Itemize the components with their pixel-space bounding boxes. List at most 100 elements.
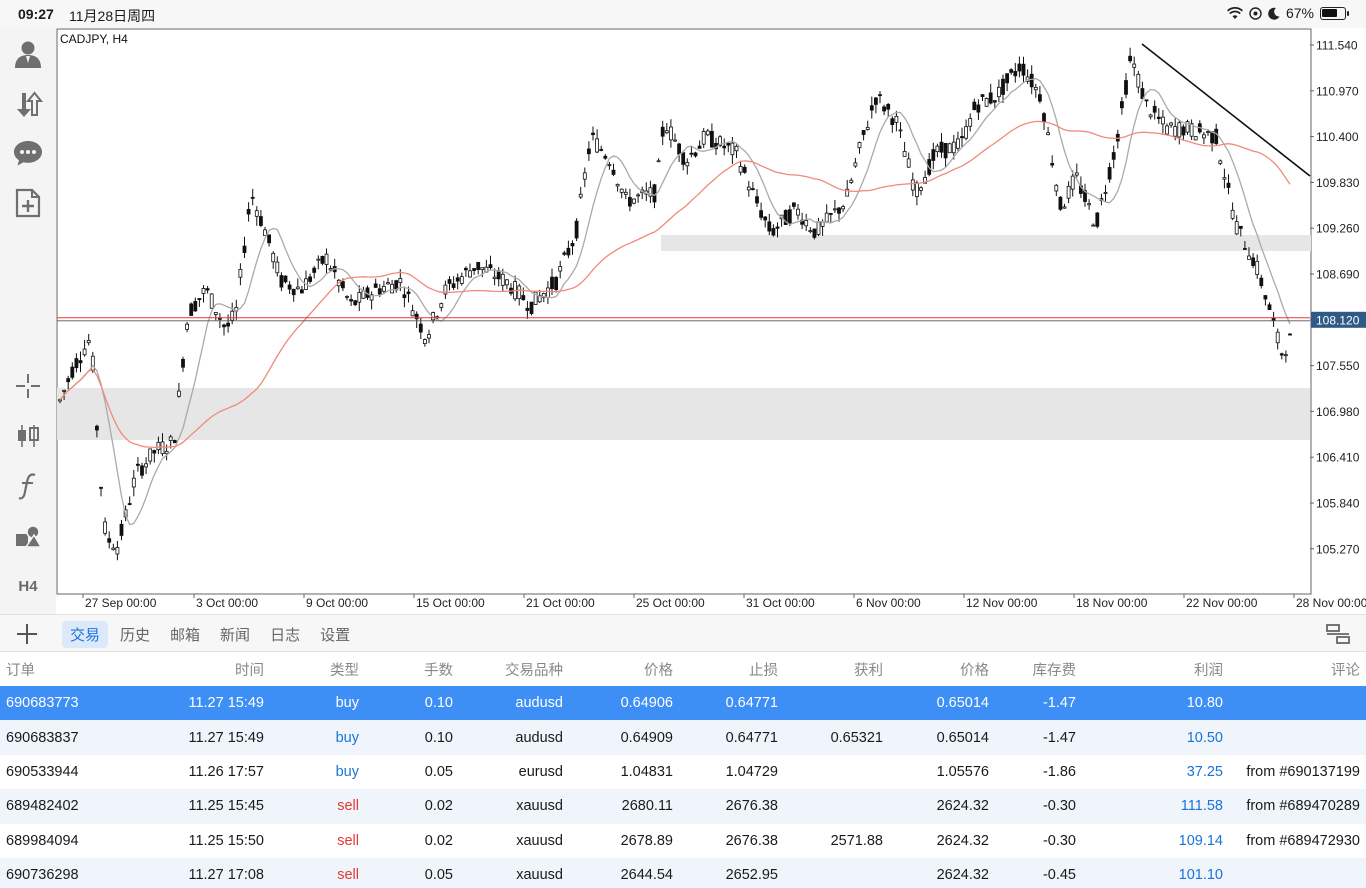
- column-header[interactable]: 类型: [270, 652, 365, 686]
- new-order-button[interactable]: [8, 183, 48, 223]
- chart-type-button[interactable]: [8, 416, 48, 456]
- candle-bull: [468, 270, 472, 278]
- candle-bear: [1005, 73, 1009, 84]
- candle-bull: [1202, 134, 1206, 139]
- price-tick-label: 106.980: [1316, 405, 1360, 419]
- column-header[interactable]: 利润: [1082, 652, 1229, 686]
- candle-bull: [209, 293, 214, 309]
- cell-symbol: audusd: [459, 686, 569, 721]
- candle-bear: [726, 142, 731, 146]
- candle-bull: [90, 355, 95, 372]
- crosshair-icon: [16, 374, 40, 398]
- candle-bear: [402, 294, 407, 299]
- candle-bear: [976, 104, 981, 113]
- candle-bull: [984, 98, 989, 107]
- price-chart[interactable]: 111.540 110.970 110.400 109.830 109.260 108.6…: [56, 28, 1366, 614]
- time-tick-label: 21 Oct 00:00: [526, 596, 595, 610]
- candle-bear: [792, 202, 796, 207]
- candle-bull: [1275, 331, 1280, 344]
- chat-icon: [14, 141, 42, 166]
- price-tick-label: 110.400: [1316, 130, 1359, 144]
- candle-bear: [775, 226, 780, 229]
- candle-bull: [230, 310, 235, 321]
- cell-lots: 0.10: [365, 720, 459, 755]
- candle-bull: [1169, 122, 1173, 126]
- candle-bear: [681, 152, 686, 165]
- candle-bear: [755, 196, 759, 204]
- time-tick-label: 15 Oct 00:00: [416, 596, 485, 610]
- column-header[interactable]: 价格: [889, 652, 995, 686]
- column-header[interactable]: 手数: [365, 652, 459, 686]
- candle-bull: [558, 266, 563, 272]
- column-header[interactable]: 订单: [0, 652, 118, 686]
- candle-bear: [693, 152, 698, 157]
- tab-0[interactable]: 交易: [62, 621, 109, 648]
- candle-bull: [824, 212, 829, 223]
- candle-bull: [1173, 126, 1178, 137]
- tab-2[interactable]: 邮箱: [162, 621, 208, 648]
- table-row[interactable]: 690736298 11.27 17:08 sell 0.05 xauusd 2644.5…: [0, 857, 1366, 888]
- candle-bull: [1136, 73, 1141, 88]
- cell-sl: 2676.38: [725, 832, 778, 849]
- crosshair-button[interactable]: [8, 366, 48, 406]
- candle-bull: [131, 477, 136, 488]
- cell-type: buy: [335, 763, 359, 780]
- candle-bear: [837, 207, 841, 214]
- layout-icon[interactable]: [1326, 623, 1350, 645]
- candle-bear: [287, 284, 292, 290]
- tab-1[interactable]: 历史: [112, 621, 158, 648]
- chart-canvas[interactable]: 111.540 110.970 110.400 109.830 109.260 108.6…: [56, 28, 1366, 614]
- candle-bull: [968, 118, 973, 127]
- table-row[interactable]: 690683837 11.27 15:49 buy 0.10 audusd 0.64909…: [0, 720, 1366, 755]
- column-header[interactable]: 时间: [118, 652, 270, 686]
- indicator-button[interactable]: [8, 466, 48, 506]
- column-header[interactable]: 价格: [569, 652, 679, 686]
- candle-bull: [1148, 114, 1153, 118]
- cell-cur: 2624.32: [889, 789, 995, 824]
- candle-bear: [152, 450, 157, 454]
- table-row[interactable]: 689482402 11.25 15:45 sell 0.02 xauusd 2680.1…: [0, 789, 1366, 824]
- candle-bull: [1193, 136, 1198, 141]
- table-body: 690683773 11.27 15:49 buy 0.10 audusd 0.64906…: [0, 686, 1366, 888]
- column-header[interactable]: 评论: [1229, 652, 1366, 686]
- account-button[interactable]: [8, 34, 48, 74]
- timeframe-label: H4: [18, 577, 38, 595]
- candle-bear: [1251, 257, 1255, 266]
- trade-button[interactable]: [8, 84, 48, 124]
- candle-bear: [554, 276, 559, 290]
- cell-type: buy: [270, 686, 365, 721]
- column-header[interactable]: 库存费: [995, 652, 1082, 686]
- tab-5[interactable]: 设置: [312, 621, 358, 648]
- price-tick-label: 106.410: [1316, 451, 1360, 465]
- candle-bull: [623, 191, 628, 195]
- candle-bear: [1021, 63, 1026, 76]
- candle-bull: [636, 194, 640, 197]
- candle-bull: [1218, 160, 1223, 164]
- candle-bull: [86, 339, 91, 344]
- status-time: 09:27: [18, 6, 54, 22]
- candle-bear: [283, 275, 288, 283]
- candle-bull: [919, 187, 923, 191]
- table-row[interactable]: 690683773 11.27 15:49 buy 0.10 audusd 0.64906…: [0, 686, 1366, 721]
- candle-bear: [882, 106, 886, 112]
- cell-price: 1.04831: [620, 763, 673, 780]
- candle-bull: [607, 164, 612, 167]
- candle-bear: [1181, 126, 1186, 136]
- candle-bull: [500, 273, 505, 286]
- table-row[interactable]: 690533944 11.26 17:57 buy 0.05 eurusd 1.04831…: [0, 755, 1366, 789]
- tab-3[interactable]: 新闻: [212, 621, 258, 648]
- objects-button[interactable]: [8, 516, 48, 556]
- cell-comment: from #689470289: [1229, 789, 1366, 824]
- column-header[interactable]: 获利: [784, 652, 889, 686]
- column-header[interactable]: 止损: [679, 652, 784, 686]
- tab-4[interactable]: 日志: [262, 621, 308, 648]
- add-order-icon[interactable]: [14, 621, 40, 647]
- table-row[interactable]: 689984094 11.25 15:50 sell 0.02 xauusd 2678.8…: [0, 824, 1366, 858]
- candle-bear: [107, 538, 112, 543]
- timeframe-button[interactable]: H4: [8, 566, 48, 606]
- candle-bear: [992, 100, 997, 103]
- cell-symbol: eurusd: [518, 763, 563, 780]
- cell-tp: [784, 755, 889, 789]
- chat-button[interactable]: [8, 133, 48, 173]
- column-header[interactable]: 交易品种: [459, 652, 569, 686]
